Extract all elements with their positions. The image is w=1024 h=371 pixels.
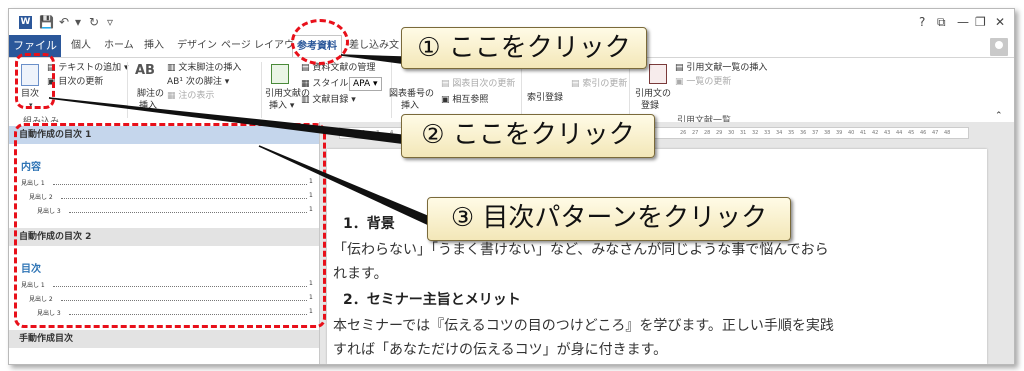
pointer-1 <box>340 54 402 64</box>
callout-step3: ③ 目次パターンをクリック <box>427 197 791 241</box>
callout-step2: ② ここをクリック <box>401 114 655 158</box>
callout-step1: ① ここをクリック <box>401 27 647 69</box>
pointer-2 <box>48 97 402 144</box>
pointer-3 <box>258 145 428 226</box>
word-window: W 💾 ↶ ▾ ↻ ▿ ? ⧉ — ❐ ✕ ファイル 個人 ホーム 挿入 デザイ… <box>8 8 1015 365</box>
